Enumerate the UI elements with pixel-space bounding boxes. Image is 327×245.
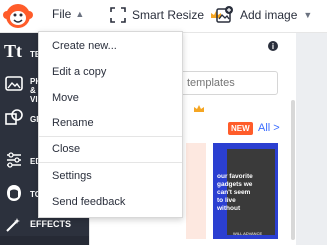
smart-resize-button[interactable]: Smart Resize: [110, 5, 222, 25]
add-image-button[interactable]: Add image ▼: [216, 5, 312, 25]
file-menu-label: File: [52, 7, 72, 21]
sliders-icon: [7, 152, 21, 168]
menu-divider: [39, 136, 182, 137]
shapes-icon: [5, 109, 23, 125]
smart-resize-label: Smart Resize: [132, 8, 205, 22]
face-icon: [7, 185, 21, 201]
picmonkey-logo-icon[interactable]: [2, 1, 34, 31]
sidebar-bottom-bar: [0, 236, 89, 245]
magic-wand-icon: [6, 218, 20, 232]
resize-icon: [110, 7, 126, 23]
effects-label: EFFECTS: [30, 219, 72, 229]
top-toolbar: File ▲ Smart Resize Add image ▼: [0, 0, 327, 33]
menu-item-create-new[interactable]: Create new...: [52, 40, 117, 52]
add-image-label: Add image: [240, 8, 298, 22]
menu-item-rename[interactable]: Rename: [52, 117, 94, 129]
text-tt-icon: Tt: [4, 41, 22, 61]
template-card[interactable]: [186, 143, 206, 239]
menu-item-settings[interactable]: Settings: [52, 170, 92, 182]
add-image-icon: [216, 6, 233, 23]
file-dropdown-menu: Create new... Edit a copy Move Rename Cl…: [38, 31, 183, 218]
chevron-down-icon: ▼: [303, 10, 313, 20]
sidebar-item-photos[interactable]: PHOTOS & VIDEOS: [0, 71, 39, 104]
photo-icon: [5, 76, 23, 91]
sidebar-item-text[interactable]: Tt TEXT: [0, 39, 50, 69]
crown-icon: [194, 105, 204, 112]
sidebar-item-touch-up[interactable]: TOUCH UP: [0, 180, 72, 210]
template-card-caption: WILL ADVANCE: [233, 231, 263, 236]
menu-divider: [39, 162, 182, 163]
sidebar-item-graphics[interactable]: GRAPHICS: [0, 105, 72, 135]
menu-item-close[interactable]: Close: [52, 143, 80, 155]
menu-item-send-feedback[interactable]: Send feedback: [52, 196, 125, 208]
info-icon[interactable]: i: [268, 41, 278, 51]
file-menu-button[interactable]: File ▲: [52, 7, 84, 21]
template-card-text: our favorite gadgets we can't seem to li…: [217, 173, 253, 212]
menu-item-edit-copy[interactable]: Edit a copy: [52, 66, 106, 78]
see-all-link[interactable]: All >: [258, 122, 280, 134]
sidebar-item-edit[interactable]: EDIT: [0, 147, 48, 177]
template-card[interactable]: our favorite gadgets we can't seem to li…: [213, 143, 278, 239]
chevron-up-icon: ▲: [75, 9, 85, 19]
templates-scrollbar[interactable]: [291, 100, 295, 240]
menu-item-move[interactable]: Move: [52, 92, 79, 104]
new-badge: NEW: [228, 122, 253, 135]
canvas-area: [296, 33, 327, 245]
